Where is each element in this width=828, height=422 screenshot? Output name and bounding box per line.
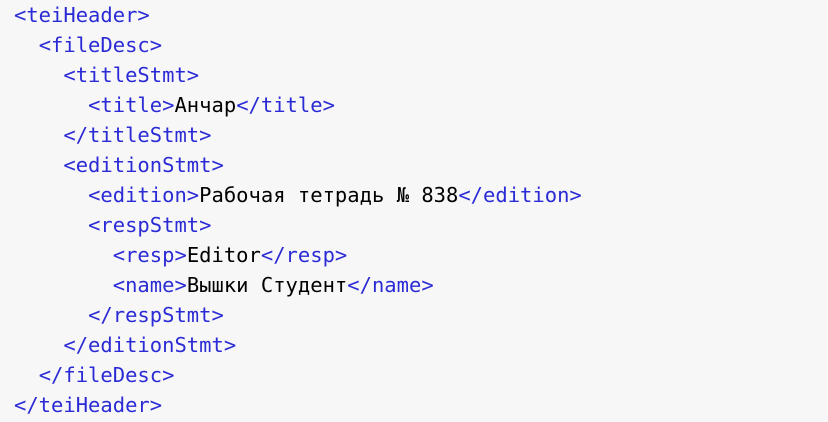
- code-line: </respStmt>: [14, 300, 224, 330]
- code-line: <resp>Editor</resp>: [14, 240, 348, 270]
- code-line: <editionStmt>: [14, 150, 224, 180]
- xml-close-tag: </edition>: [458, 183, 582, 207]
- code-line: </teiHeader>: [14, 390, 162, 420]
- code-line: <title>Анчар</title>: [14, 90, 335, 120]
- xml-close-tag: </resp>: [260, 243, 348, 267]
- xml-close-tag: </title>: [236, 93, 335, 117]
- xml-open-tag: <title>: [88, 93, 175, 117]
- xml-text-content: Вышки Студент: [186, 273, 348, 297]
- xml-open-tag: <edition>: [88, 183, 200, 207]
- xml-code-view: <teiHeader> <fileDesc> <titleStmt> <titl…: [14, 0, 820, 422]
- xml-open-tag: <name>: [112, 273, 187, 297]
- code-line: </fileDesc>: [14, 360, 175, 390]
- code-line: <fileDesc>: [14, 30, 162, 60]
- xml-text-content: Анчар: [174, 93, 237, 117]
- code-line: </editionStmt>: [14, 330, 236, 360]
- xml-open-tag: <editionStmt>: [63, 153, 224, 177]
- code-line: <respStmt>: [14, 210, 211, 240]
- xml-open-tag: </titleStmt>: [63, 123, 212, 147]
- xml-open-tag: <respStmt>: [88, 213, 212, 237]
- xml-open-tag: <fileDesc>: [38, 33, 163, 57]
- xml-text-content: Editor: [186, 243, 261, 267]
- xml-open-tag: </teiHeader>: [14, 393, 163, 417]
- xml-close-tag: </name>: [347, 273, 434, 297]
- xml-open-tag: </fileDesc>: [38, 363, 175, 387]
- xml-open-tag: <titleStmt>: [63, 63, 200, 87]
- code-line: <titleStmt>: [14, 60, 199, 90]
- xml-open-tag: <teiHeader>: [14, 3, 150, 27]
- xml-text-content: Рабочая тетрадь № 838: [199, 183, 459, 207]
- xml-open-tag: <resp>: [112, 243, 187, 267]
- code-line: <edition>Рабочая тетрадь № 838</edition>: [14, 180, 582, 210]
- code-line: </titleStmt>: [14, 120, 211, 150]
- code-line: <teiHeader>: [14, 0, 150, 30]
- xml-open-tag: </editionStmt>: [63, 333, 237, 357]
- xml-open-tag: </respStmt>: [88, 303, 224, 327]
- code-line: <name>Вышки Студент</name>: [14, 270, 434, 300]
